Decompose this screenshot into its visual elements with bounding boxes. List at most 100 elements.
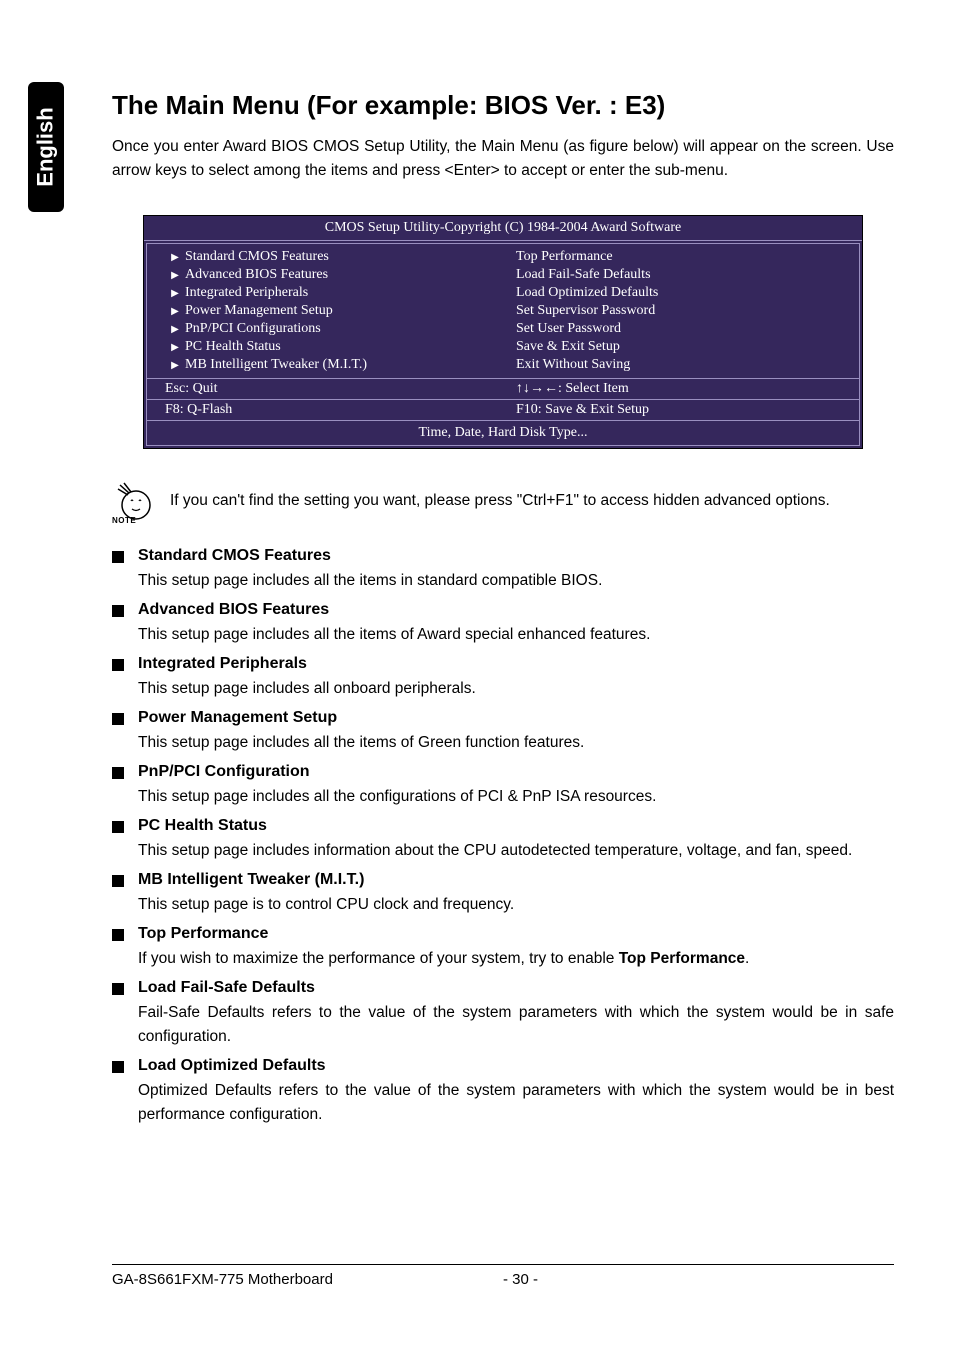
section-description: This setup page includes all the items o… bbox=[138, 731, 894, 755]
intro-paragraph: Once you enter Award BIOS CMOS Setup Uti… bbox=[112, 135, 894, 183]
bullet-square-icon bbox=[112, 713, 124, 725]
bios-menu-label: Load Optimized Defaults bbox=[516, 285, 658, 301]
page-title: The Main Menu (For example: BIOS Ver. : … bbox=[112, 90, 894, 121]
language-tab: English bbox=[28, 82, 64, 212]
section-title: Standard CMOS Features bbox=[138, 547, 331, 565]
submenu-triangle-icon: ▶ bbox=[165, 324, 185, 335]
bios-menu-label: Top Performance bbox=[516, 249, 613, 265]
bullet-square-icon bbox=[112, 875, 124, 887]
bios-menu-item: ▶Advanced BIOS Features bbox=[165, 266, 508, 284]
bios-arrows-hint: ↑↓→←: Select Item bbox=[508, 381, 859, 397]
bios-menu-item: ▶PC Health Status bbox=[165, 338, 508, 356]
note-icon: NOTE bbox=[112, 479, 156, 523]
section-title: PnP/PCI Configuration bbox=[138, 763, 310, 781]
page-content: The Main Menu (For example: BIOS Ver. : … bbox=[112, 90, 894, 1135]
section-heading: Load Optimized Defaults bbox=[112, 1057, 894, 1075]
section: Standard CMOS FeaturesThis setup page in… bbox=[112, 547, 894, 593]
language-tab-label: English bbox=[33, 107, 59, 186]
bios-menu-label: Standard CMOS Features bbox=[185, 249, 329, 265]
bios-menu-label: Set Supervisor Password bbox=[516, 303, 655, 319]
section-description: This setup page includes all the items o… bbox=[138, 623, 894, 647]
bios-menu-label: PC Health Status bbox=[185, 339, 281, 355]
sections-list: Standard CMOS Features This setup page in… bbox=[112, 547, 894, 1127]
bios-screenshot: CMOS Setup Utility-Copyright (C) 1984-20… bbox=[143, 215, 863, 449]
submenu-triangle-icon: ▶ bbox=[165, 360, 185, 371]
section-heading: Standard CMOS Features bbox=[112, 547, 894, 565]
bios-menu-label: Integrated Peripherals bbox=[185, 285, 308, 301]
section: Top Performance If you wish to maximize t… bbox=[112, 925, 894, 971]
bios-menu-label: Save & Exit Setup bbox=[516, 339, 620, 355]
bios-menu-label: Set User Password bbox=[516, 321, 621, 337]
bios-title: CMOS Setup Utility-Copyright (C) 1984-20… bbox=[144, 216, 862, 241]
section-description: This setup page includes information abo… bbox=[138, 839, 894, 863]
submenu-triangle-icon: ▶ bbox=[165, 306, 185, 317]
bios-menu-label: Load Fail-Safe Defaults bbox=[516, 267, 651, 283]
section-title: Load Optimized Defaults bbox=[138, 1057, 326, 1075]
bios-menu-item: Set User Password bbox=[516, 320, 859, 338]
bios-menu-label: Power Management Setup bbox=[185, 303, 333, 319]
bullet-square-icon bbox=[112, 605, 124, 617]
bios-right-column: Top Performance Load Fail-Safe Defaults Lo… bbox=[508, 244, 859, 378]
section-heading: PC Health Status bbox=[112, 817, 894, 835]
footer-model: GA-8S661FXM-775 Motherboard bbox=[112, 1271, 503, 1288]
bios-menu-item: ▶Integrated Peripherals bbox=[165, 284, 508, 302]
section-title: Load Fail-Safe Defaults bbox=[138, 979, 315, 997]
section-heading: Integrated Peripherals bbox=[112, 655, 894, 673]
section-title: Advanced BIOS Features bbox=[138, 601, 329, 619]
section-heading: MB Intelligent Tweaker (M.I.T.) bbox=[112, 871, 894, 889]
note-block: NOTE If you can't find the setting you w… bbox=[112, 479, 894, 523]
bios-menu-item: Save & Exit Setup bbox=[516, 338, 859, 356]
bios-menu-item: Load Fail-Safe Defaults bbox=[516, 266, 859, 284]
bios-menu-item: ▶MB Intelligent Tweaker (M.I.T.) bbox=[165, 356, 508, 374]
section: PnP/PCI Configuration This setup page inc… bbox=[112, 763, 894, 809]
section-title: PC Health Status bbox=[138, 817, 267, 835]
section-heading: Advanced BIOS Features bbox=[112, 601, 894, 619]
section: Load Fail-Safe Defaults Fail-Safe Default… bbox=[112, 979, 894, 1049]
page-footer: GA-8S661FXM-775 Motherboard - 30 - bbox=[112, 1264, 894, 1288]
note-label: NOTE bbox=[112, 516, 136, 525]
bios-menu-label: Advanced BIOS Features bbox=[185, 267, 328, 283]
bullet-square-icon bbox=[112, 767, 124, 779]
section-description: Fail-Safe Defaults refers to the value o… bbox=[138, 1001, 894, 1049]
section: Load Optimized Defaults Optimized Default… bbox=[112, 1057, 894, 1127]
section-title: Power Management Setup bbox=[138, 709, 337, 727]
footer-page-number: - 30 - bbox=[503, 1271, 894, 1288]
section-description: If you wish to maximize the performance … bbox=[138, 947, 894, 971]
bios-f10-hint: F10: Save & Exit Setup bbox=[508, 402, 859, 418]
section-description: This setup page includes all onboard per… bbox=[138, 677, 894, 701]
submenu-triangle-icon: ▶ bbox=[165, 342, 185, 353]
bios-left-column: ▶Standard CMOS Features▶Advanced BIOS Fe… bbox=[147, 244, 508, 378]
bios-menu-item: Top Performance bbox=[516, 248, 859, 266]
section-description: Optimized Defaults refers to the value o… bbox=[138, 1079, 894, 1127]
section: PC Health Status This setup page includes… bbox=[112, 817, 894, 863]
section-title: Integrated Peripherals bbox=[138, 655, 307, 673]
bullet-square-icon bbox=[112, 983, 124, 995]
bios-menu-label: Exit Without Saving bbox=[516, 357, 630, 373]
section: MB Intelligent Tweaker (M.I.T.) This setu… bbox=[112, 871, 894, 917]
section: Integrated Peripherals This setup page in… bbox=[112, 655, 894, 701]
bios-esc-hint: Esc: Quit bbox=[147, 381, 508, 397]
section-title: Top Performance bbox=[138, 925, 268, 943]
section-title: MB Intelligent Tweaker (M.I.T.) bbox=[138, 871, 364, 889]
section-heading: Power Management Setup bbox=[112, 709, 894, 727]
note-text: If you can't find the setting you want, … bbox=[170, 489, 894, 513]
section-description: This setup page includes all the configu… bbox=[138, 785, 894, 809]
submenu-triangle-icon: ▶ bbox=[165, 252, 185, 263]
bios-menu-item: ▶PnP/PCI Configurations bbox=[165, 320, 508, 338]
submenu-triangle-icon: ▶ bbox=[165, 288, 185, 299]
bullet-square-icon bbox=[112, 929, 124, 941]
bios-menu-label: PnP/PCI Configurations bbox=[185, 321, 321, 337]
submenu-triangle-icon: ▶ bbox=[165, 270, 185, 281]
bullet-square-icon bbox=[112, 659, 124, 671]
bios-footer-row-1: Esc: Quit ↑↓→←: Select Item bbox=[147, 378, 859, 399]
section-heading: PnP/PCI Configuration bbox=[112, 763, 894, 781]
bullet-square-icon bbox=[112, 1061, 124, 1073]
bios-menu-item: ▶Power Management Setup bbox=[165, 302, 508, 320]
section-heading: Top Performance bbox=[112, 925, 894, 943]
bullet-square-icon bbox=[112, 551, 124, 563]
section-description: This setup page is to control CPU clock … bbox=[138, 893, 894, 917]
section: Advanced BIOS Features This setup page in… bbox=[112, 601, 894, 647]
bios-menu-item: Load Optimized Defaults bbox=[516, 284, 859, 302]
bios-menu-item: Exit Without Saving bbox=[516, 356, 859, 374]
bios-menu-item: ▶Standard CMOS Features bbox=[165, 248, 508, 266]
